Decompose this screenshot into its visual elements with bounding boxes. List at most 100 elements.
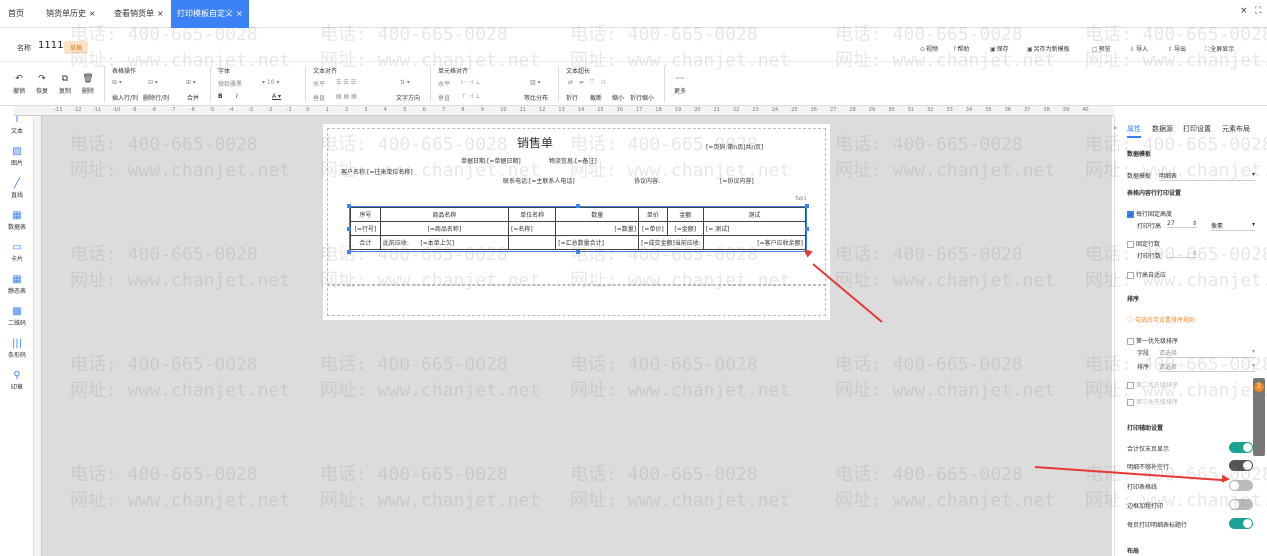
delete-row-button[interactable]: 删除行/列: [143, 93, 169, 102]
resize-handle[interactable]: [576, 250, 580, 254]
text-dir-icon[interactable]: ⇅ ▾: [400, 79, 410, 86]
wrap-button[interactable]: 折行: [566, 93, 578, 102]
font-select[interactable]: 微软雅黑: [218, 79, 242, 88]
window-close-icon[interactable]: ×: [1240, 6, 1248, 16]
more-button[interactable]: ··· 更多: [670, 74, 690, 95]
first-sort-checkbox[interactable]: 第一优先级排序: [1127, 336, 1178, 345]
save-button[interactable]: ▣保存: [990, 44, 1009, 53]
align-top-icon[interactable]: ▤ ▤ ▤: [336, 93, 357, 100]
equal-split-icon[interactable]: ▥ ▾: [530, 79, 541, 86]
print-page[interactable]: 销售单 [=页码:第n页|共n页] 单据日期:[=单据日期] 物流信息:[=备注…: [323, 124, 830, 320]
customer-field[interactable]: 客户名称:[=往来单位名称]: [341, 167, 413, 176]
delete-button[interactable]: 🗑 删除: [78, 74, 98, 95]
tab-print-template[interactable]: 打印模板自定义 ×: [171, 0, 249, 28]
collapse-icon[interactable]: »: [1113, 124, 1117, 132]
warning-icon: ⓘ: [1127, 317, 1135, 324]
third-sort-checkbox[interactable]: 第三优先级排序: [1127, 397, 1178, 406]
insert-row-button[interactable]: 插入行/列: [112, 93, 138, 102]
cell-align-v-icon[interactable]: ⊤ ⊣ ⊥: [461, 93, 481, 100]
fixed-rows-checkbox[interactable]: 固定行数: [1127, 239, 1160, 248]
name-value[interactable]: 1111: [38, 40, 63, 51]
tab-view-sales[interactable]: 查看销货单 ×: [108, 0, 170, 28]
line-element[interactable]: ╱ 直线: [0, 178, 34, 199]
align-left-icon[interactable]: ☰ ☰ ☰: [336, 79, 356, 86]
resize-handle[interactable]: [347, 250, 351, 254]
resize-handle[interactable]: [347, 204, 351, 208]
text-element[interactable]: T 文本: [0, 114, 34, 135]
resize-handle[interactable]: [576, 204, 580, 208]
logistics-field[interactable]: 物流信息:[=备注]: [549, 156, 597, 165]
static-table-element[interactable]: ▦ 静态表: [0, 274, 34, 295]
font-size-select[interactable]: ▾ 10 ▾: [262, 79, 279, 86]
tab-datasource[interactable]: 数据源: [1152, 124, 1173, 134]
resize-handle[interactable]: [805, 227, 809, 231]
insert-row-icon[interactable]: ⊞ ▾: [112, 79, 122, 86]
bold-icon[interactable]: B: [218, 93, 223, 100]
data-template-select[interactable]: 明细表 ▾: [1159, 171, 1255, 181]
ruler-tick: 5: [403, 107, 407, 113]
trash-icon: 🗑: [82, 74, 94, 84]
second-sort-checkbox[interactable]: 第二优先级排序: [1127, 380, 1178, 389]
qrcode-element[interactable]: ▩ 二维码: [0, 306, 34, 327]
agreement-value[interactable]: [=协议内容]: [720, 176, 754, 185]
window-fullscreen-icon[interactable]: ⛶: [1255, 6, 1261, 16]
side-float-widget[interactable]: 2: [1253, 378, 1265, 456]
close-icon[interactable]: ×: [157, 9, 164, 18]
date-field[interactable]: 单据日期:[=单据日期]: [461, 156, 521, 165]
close-icon[interactable]: ×: [236, 9, 243, 18]
ruler-tick: 19: [674, 107, 682, 113]
help-button[interactable]: ?帮助: [953, 44, 969, 53]
contact-field[interactable]: 联系电话:[=主联系人电话]: [503, 176, 575, 185]
text-dir-button[interactable]: 文字方向: [396, 93, 420, 102]
resize-handle[interactable]: [347, 227, 351, 231]
truncate-button[interactable]: 截断: [590, 93, 602, 102]
row-height-input[interactable]: 27 ⇕: [1167, 220, 1197, 228]
undo-button[interactable]: ↶ 撤销: [9, 74, 29, 95]
merge-icon[interactable]: ⊞ ▾: [186, 79, 196, 86]
page-title[interactable]: 销售单: [517, 134, 553, 151]
font-color-icon[interactable]: A ▾: [272, 93, 281, 100]
stamp-element[interactable]: ⚲ 印章: [0, 370, 34, 391]
equal-split-button[interactable]: 等比分布: [524, 93, 548, 102]
order-select[interactable]: 请选择 ▾: [1159, 362, 1255, 372]
delete-row-icon[interactable]: ⊟ ▾: [148, 79, 158, 86]
redo-button[interactable]: ↷ 恢复: [32, 74, 52, 95]
agreement-label[interactable]: 协议内容:: [634, 176, 660, 185]
tab-home[interactable]: 首页: [2, 0, 30, 28]
page-info[interactable]: [=页码:第n页|共n页]: [706, 142, 763, 151]
import-button[interactable]: ⇩导入: [1130, 44, 1148, 53]
border-bold-toggle[interactable]: [1229, 499, 1253, 510]
fixed-height-checkbox[interactable]: ✓ 每行固定高度: [1127, 209, 1172, 219]
fullscreen-button[interactable]: ⛶全屏显示: [1205, 44, 1234, 54]
unit-select[interactable]: 像素 ▾: [1211, 221, 1255, 231]
shrink-button[interactable]: 缩小: [612, 93, 624, 102]
tab-properties[interactable]: 属性: [1127, 124, 1141, 138]
card-element[interactable]: ▭ 卡片: [0, 242, 34, 263]
tab-print-settings[interactable]: 打印设置: [1183, 124, 1211, 134]
copy-button[interactable]: ⧉ 复制: [55, 74, 75, 95]
merge-button[interactable]: 合并: [187, 93, 199, 102]
italic-icon[interactable]: I: [236, 93, 238, 100]
auto-fill-checkbox[interactable]: 行高自适应: [1127, 270, 1166, 279]
wrap-shrink-button[interactable]: 折行缩小: [630, 93, 654, 102]
detail-table[interactable]: 序号 商品名称 单位名称 数量 单价 金额 测试 [=行号] [=商品名称] […: [349, 206, 807, 252]
data-table-element[interactable]: ▦ 数据表: [0, 210, 34, 231]
row-count-input[interactable]: ⇕: [1167, 250, 1197, 258]
tab-layout[interactable]: 元素布局: [1222, 124, 1250, 134]
cell-align-h-icon[interactable]: ⊢ ⊣ ⊥: [461, 79, 481, 86]
barcode-element[interactable]: ||| 条形码: [0, 338, 34, 359]
export-button[interactable]: ⇧导出: [1168, 44, 1186, 53]
preview-button[interactable]: ▢预览: [1092, 44, 1111, 53]
close-icon[interactable]: ×: [89, 9, 96, 18]
print-grid-toggle[interactable]: [1229, 480, 1253, 491]
field-select[interactable]: 请选择 ▾: [1159, 348, 1255, 358]
video-button[interactable]: ⊙视频: [920, 44, 938, 53]
save-as-button[interactable]: ▣另存为新模板: [1027, 44, 1070, 53]
repeat-header-toggle[interactable]: [1229, 518, 1253, 529]
image-element[interactable]: ▨ 图片: [0, 146, 34, 167]
total-last-only-toggle[interactable]: [1229, 442, 1253, 453]
design-canvas[interactable]: 销售单 [=页码:第n页|共n页] 单据日期:[=单据日期] 物流信息:[=备注…: [42, 116, 1112, 556]
resize-handle[interactable]: [805, 204, 809, 208]
tab-sales-history[interactable]: 销货单历史 ×: [40, 0, 102, 28]
no-print-empty-toggle[interactable]: [1229, 460, 1253, 471]
